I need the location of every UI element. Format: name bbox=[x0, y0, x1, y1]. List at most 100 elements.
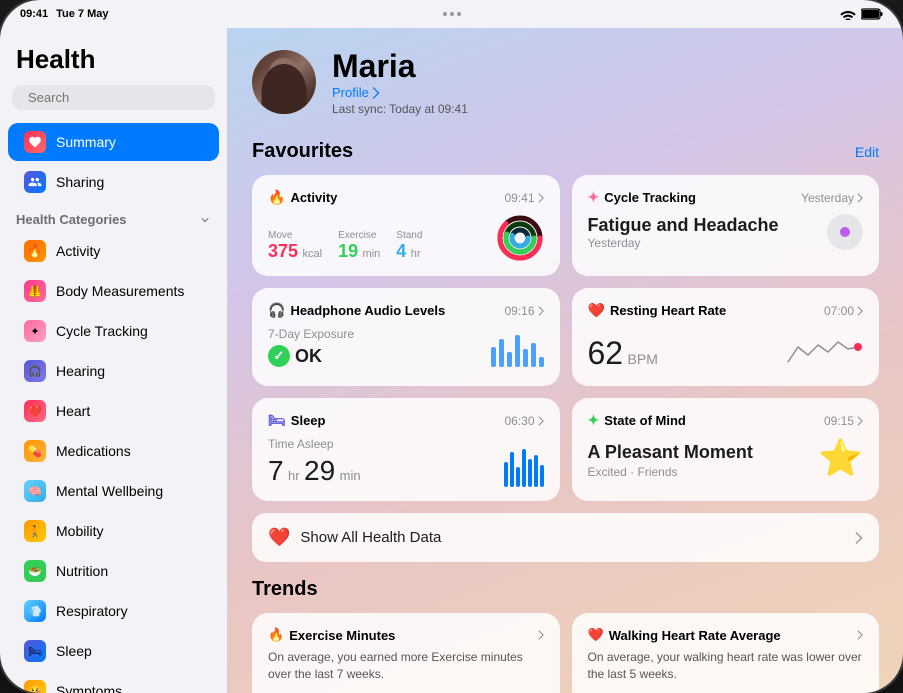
cycle-card-title: ✦ Cycle Tracking bbox=[588, 189, 697, 206]
sidebar-item-mobility[interactable]: 🚶 Mobility bbox=[8, 512, 219, 550]
search-input[interactable] bbox=[28, 90, 204, 105]
headphone-chart bbox=[491, 327, 544, 367]
hearing-label: Hearing bbox=[56, 363, 105, 379]
heartrate-card-time: 07:00 bbox=[824, 304, 863, 318]
cycle-icon: ✦ bbox=[24, 320, 46, 342]
headphone-sub-label: 7-Day Exposure bbox=[268, 327, 354, 341]
nutrition-label: Nutrition bbox=[56, 563, 108, 579]
sidebar-item-hearing[interactable]: 🎧 Hearing bbox=[8, 352, 219, 390]
star-icon: ⭐ bbox=[818, 437, 863, 479]
move-stat: Move 375 kcal bbox=[268, 230, 322, 262]
activity-card[interactable]: 🔥 Activity 09:41 Move bbox=[252, 175, 560, 276]
symptoms-icon: 🤒 bbox=[24, 680, 46, 693]
sidebar-item-body[interactable]: 🦺 Body Measurements bbox=[8, 272, 219, 310]
sidebar-item-activity[interactable]: 🔥 Activity bbox=[8, 232, 219, 270]
avatar-body bbox=[262, 64, 307, 114]
nutrition-icon: 🥗 bbox=[24, 560, 46, 582]
respiratory-label: Respiratory bbox=[56, 603, 128, 619]
favourites-header: Favourites Edit bbox=[228, 132, 903, 175]
heart-icon: ❤️ bbox=[24, 400, 46, 422]
headphone-card[interactable]: 🎧 Headphone Audio Levels 09:16 7-Day Exp… bbox=[252, 288, 560, 386]
cycle-dot bbox=[827, 214, 863, 250]
cycle-info: Fatigue and Headache Yesterday bbox=[588, 215, 779, 250]
sidebar: Health Su bbox=[0, 28, 228, 693]
profile-name: Maria bbox=[332, 48, 468, 85]
summary-icon bbox=[24, 131, 46, 153]
sidebar-item-respiratory[interactable]: 💨 Respiratory bbox=[8, 592, 219, 630]
cycle-card-header: ✦ Cycle Tracking Yesterday bbox=[588, 189, 864, 206]
sidebar-item-medications[interactable]: 💊 Medications bbox=[8, 432, 219, 470]
show-all-label: Show All Health Data bbox=[300, 529, 845, 546]
ok-badge: ✓ OK bbox=[268, 345, 354, 367]
mobility-label: Mobility bbox=[56, 523, 103, 539]
cycle-label: Cycle Tracking bbox=[56, 323, 148, 339]
exercise-trend-header: 🔥 Exercise Minutes bbox=[268, 627, 544, 643]
activity-card-header: 🔥 Activity 09:41 bbox=[268, 189, 544, 206]
activity-label: Activity bbox=[56, 243, 100, 259]
sharing-label: Sharing bbox=[56, 174, 104, 190]
sidebar-item-symptoms[interactable]: 🤒 Symptoms bbox=[8, 672, 219, 693]
edit-button[interactable]: Edit bbox=[855, 144, 879, 160]
profile-link[interactable]: Profile bbox=[332, 85, 468, 100]
sleep-card[interactable]: 🛏 Sleep 06:30 Time Asleep 7 bbox=[252, 398, 560, 501]
activity-stats: Move 375 kcal Exercise 19 min bbox=[268, 230, 422, 262]
search-bar[interactable] bbox=[12, 85, 215, 110]
meds-icon: 💊 bbox=[24, 440, 46, 462]
sidebar-item-heart[interactable]: ❤️ Heart bbox=[8, 392, 219, 430]
exercise-trend-card[interactable]: 🔥 Exercise Minutes On average, you earne… bbox=[252, 613, 560, 693]
battery-indicator bbox=[861, 8, 883, 20]
headphone-card-header: 🎧 Headphone Audio Levels 09:16 bbox=[268, 302, 544, 319]
mind-card[interactable]: ✦ State of Mind 09:15 A Pleasant Moment … bbox=[572, 398, 880, 501]
sleep-mins: 29 bbox=[304, 455, 335, 486]
walking-hr-trend-card[interactable]: ❤️ Walking Heart Rate Average On average… bbox=[572, 613, 880, 693]
exercise-trend-title: 🔥 Exercise Minutes bbox=[268, 627, 395, 643]
heart-bpm-value: 62 bbox=[588, 335, 624, 371]
avatar-image bbox=[252, 50, 316, 114]
sidebar-item-cycle[interactable]: ✦ Cycle Tracking bbox=[8, 312, 219, 350]
sleep-sub-label: Time Asleep bbox=[268, 437, 361, 451]
status-right bbox=[840, 8, 883, 20]
sidebar-item-nutrition[interactable]: 🥗 Nutrition bbox=[8, 552, 219, 590]
heartrate-info: 62 BPM bbox=[588, 335, 658, 372]
walking-hr-chevron-icon bbox=[857, 630, 863, 640]
walking-hr-trend-title: ❤️ Walking Heart Rate Average bbox=[588, 627, 781, 643]
show-all-button[interactable]: ❤️ Show All Health Data bbox=[252, 513, 879, 562]
cycle-dot-inner bbox=[840, 227, 850, 237]
exercise-stat: Exercise 19 min bbox=[338, 230, 380, 262]
trends-grid: 🔥 Exercise Minutes On average, you earne… bbox=[252, 613, 879, 693]
heartrate-card-body: 62 BPM bbox=[588, 327, 864, 372]
sidebar-item-sleep[interactable]: 🛏 Sleep bbox=[8, 632, 219, 670]
mind-sub: Excited · Friends bbox=[588, 465, 753, 479]
mind-card-time: 09:15 bbox=[824, 414, 863, 428]
chevron-down-icon bbox=[199, 214, 211, 226]
heartrate-chart bbox=[783, 327, 863, 372]
cycle-heading: Fatigue and Headache bbox=[588, 215, 779, 236]
profile-sync: Last sync: Today at 09:41 bbox=[332, 102, 468, 116]
favourites-grid: 🔥 Activity 09:41 Move bbox=[228, 175, 903, 513]
cycle-card[interactable]: ✦ Cycle Tracking Yesterday Fatigue and H… bbox=[572, 175, 880, 276]
sidebar-item-sharing[interactable]: Sharing bbox=[8, 163, 219, 201]
exercise-trend-chevron-icon bbox=[538, 630, 544, 640]
sleep-card-time: 06:30 bbox=[504, 414, 543, 428]
sleep-info: Time Asleep 7 hr 29 min bbox=[268, 437, 361, 487]
activity-card-title: 🔥 Activity bbox=[268, 189, 337, 206]
app-title: Health bbox=[0, 44, 227, 85]
app-container: Health Su bbox=[0, 28, 903, 693]
mental-icon: 🧠 bbox=[24, 480, 46, 502]
body-label: Body Measurements bbox=[56, 283, 184, 299]
heart-label: Heart bbox=[56, 403, 90, 419]
sidebar-item-mental[interactable]: 🧠 Mental Wellbeing bbox=[8, 472, 219, 510]
ok-icon: ✓ bbox=[268, 345, 290, 367]
headphone-card-time: 09:16 bbox=[504, 304, 543, 318]
sleep-icon: 🛏 bbox=[24, 640, 46, 662]
sleep-hours: 7 bbox=[268, 455, 284, 486]
activity-card-body: Move 375 kcal Exercise 19 min bbox=[268, 214, 544, 262]
heartrate-card[interactable]: ❤️ Resting Heart Rate 07:00 62 BPM bbox=[572, 288, 880, 386]
sidebar-item-summary[interactable]: Summary bbox=[8, 123, 219, 161]
meds-label: Medications bbox=[56, 443, 131, 459]
exercise-trend-desc: On average, you earned more Exercise min… bbox=[268, 649, 544, 683]
sleep-card-title: 🛏 Sleep bbox=[268, 412, 325, 429]
favourites-title: Favourites bbox=[252, 140, 353, 163]
status-date: Tue 7 May bbox=[56, 8, 108, 20]
avatar bbox=[252, 50, 316, 114]
